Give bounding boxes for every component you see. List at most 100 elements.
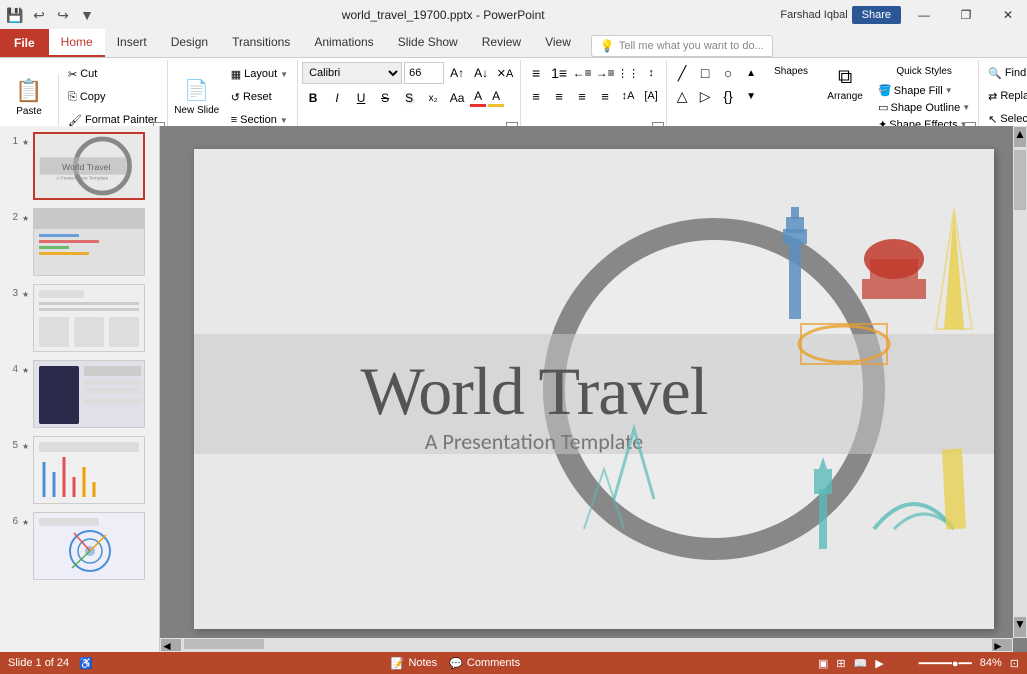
shape-scroll-down[interactable]: ▼ <box>740 85 762 107</box>
close-button[interactable]: ✕ <box>989 3 1027 27</box>
canvas-area: World Travel A Presentation Template <box>160 126 1027 652</box>
quick-styles-button[interactable]: Quick Styles <box>874 62 974 81</box>
align-right-button[interactable]: ≡ <box>571 85 593 107</box>
scroll-left-button[interactable]: ◄ <box>161 639 181 651</box>
customize-qat-button[interactable]: ▼ <box>76 4 98 26</box>
slide-preview-2 <box>33 208 145 276</box>
shapes-button[interactable]: Shapes <box>766 62 816 81</box>
slide-preview-5 <box>33 436 145 504</box>
share-button[interactable]: Share <box>852 6 901 24</box>
paste-button[interactable]: 📋 Paste <box>4 74 54 121</box>
underline-button[interactable]: U <box>350 87 372 109</box>
line-spacing-button[interactable]: ↕ <box>640 62 662 84</box>
shape-outline-button[interactable]: ▭ Shape Outline ▼ <box>874 100 974 115</box>
vertical-scrollbar[interactable]: ▲ ▼ <box>1013 126 1027 638</box>
scroll-thumb[interactable] <box>1014 150 1026 210</box>
decrease-indent-button[interactable]: ←≡ <box>571 62 593 84</box>
main-area: 1 ★ World Travel A Presentation Template… <box>0 126 1027 652</box>
font-color-button[interactable]: A <box>470 89 486 107</box>
increase-indent-button[interactable]: →≡ <box>594 62 616 84</box>
align-center-button[interactable]: ≡ <box>548 85 570 107</box>
cut-button[interactable]: ✂ Cut <box>63 63 163 85</box>
clear-format-button[interactable]: ✕A <box>494 62 516 84</box>
subscript-button[interactable]: x₂ <box>422 87 444 109</box>
slide-canvas[interactable]: World Travel A Presentation Template <box>194 149 994 629</box>
slide-thumb-5[interactable]: 5 ★ <box>4 434 155 506</box>
tab-design[interactable]: Design <box>159 29 220 57</box>
layout-icon: ▦ <box>231 68 241 81</box>
shadow-button[interactable]: S <box>398 87 420 109</box>
slide-thumb-3[interactable]: 3 ★ <box>4 282 155 354</box>
tab-insert[interactable]: Insert <box>105 29 159 57</box>
shape-thumb-3[interactable]: ○ <box>717 62 739 84</box>
scroll-track[interactable] <box>1013 148 1027 616</box>
slide-thumb-2[interactable]: 2 ★ <box>4 206 155 278</box>
tab-animations[interactable]: Animations <box>302 29 385 57</box>
tab-home[interactable]: Home <box>49 29 105 57</box>
bold-button[interactable]: B <box>302 87 324 109</box>
scroll-right-button[interactable]: ► <box>992 639 1012 651</box>
text-direction-button[interactable]: ↕A <box>617 85 639 107</box>
italic-button[interactable]: I <box>326 87 348 109</box>
comments-icon: 💬 <box>449 657 463 670</box>
numbering-button[interactable]: 1≡ <box>548 62 570 84</box>
arrange-button[interactable]: ⧉ Arrange <box>820 62 870 106</box>
justify-button[interactable]: ≡ <box>594 85 616 107</box>
tell-me-search[interactable]: 💡 Tell me what you want to do... <box>591 35 773 57</box>
slide-thumb-1[interactable]: 1 ★ World Travel A Presentation Template <box>4 130 155 202</box>
columns-button[interactable]: ⋮⋮ <box>617 62 639 84</box>
increase-font-button[interactable]: A↑ <box>446 62 468 84</box>
shape-thumb-5[interactable]: ▷ <box>694 85 716 107</box>
scroll-h-track[interactable] <box>182 638 991 652</box>
shape-scroll-up[interactable]: ▲ <box>740 62 762 84</box>
save-button[interactable]: 💾 <box>4 4 26 26</box>
scroll-h-thumb[interactable] <box>184 639 264 649</box>
paste-icon: 📋 <box>15 78 42 104</box>
change-case-button[interactable]: Aa <box>446 87 468 109</box>
tab-view[interactable]: View <box>533 29 583 57</box>
copy-button[interactable]: ⎘ Copy <box>63 86 163 108</box>
strikethrough-button[interactable]: S <box>374 87 396 109</box>
tab-file[interactable]: File <box>0 29 49 57</box>
decrease-font-button[interactable]: A↓ <box>470 62 492 84</box>
shape-fill-button[interactable]: 🪣 Shape Fill ▼ <box>874 83 974 98</box>
bullets-button[interactable]: ≡ <box>525 62 547 84</box>
accessibility-icon[interactable]: ♿ <box>79 657 93 670</box>
horizontal-scrollbar[interactable]: ◄ ► <box>160 638 1013 652</box>
font-size-input[interactable] <box>404 62 444 84</box>
normal-view-button[interactable]: ▣ <box>818 657 828 670</box>
text-box-button[interactable]: [A] <box>640 85 662 107</box>
reset-button[interactable]: ↺ Reset <box>226 86 293 108</box>
tab-review[interactable]: Review <box>470 29 533 57</box>
slide-sorter-button[interactable]: ⊞ <box>836 657 845 670</box>
text-highlight-button[interactable]: A <box>488 89 504 107</box>
slideshow-button[interactable]: ▶ <box>875 657 883 670</box>
fit-slide-button[interactable]: ⊡ <box>1010 657 1019 670</box>
scroll-up-button[interactable]: ▲ <box>1014 127 1026 147</box>
redo-button[interactable]: ↪ <box>52 4 74 26</box>
notes-button[interactable]: 📝 Notes <box>391 657 437 670</box>
undo-button[interactable]: ↩ <box>28 4 50 26</box>
shape-thumb-6[interactable]: {} <box>717 85 739 107</box>
tab-slideshow[interactable]: Slide Show <box>386 29 470 57</box>
slide-thumb-6[interactable]: 6 ★ <box>4 510 155 582</box>
shape-thumb-2[interactable]: □ <box>694 62 716 84</box>
tab-transitions[interactable]: Transitions <box>220 29 302 57</box>
restore-button[interactable]: ❐ <box>947 3 985 27</box>
scroll-down-button[interactable]: ▼ <box>1014 617 1026 637</box>
zoom-slider[interactable]: ━━━━━●━━ <box>892 657 972 670</box>
comments-button[interactable]: 💬 Comments <box>449 657 520 670</box>
layout-button[interactable]: ▦ Layout ▼ <box>226 63 293 85</box>
new-slide-button[interactable]: 📄 New Slide <box>172 74 222 120</box>
find-button[interactable]: 🔍 Find <box>983 62 1027 84</box>
select-icon: ↖ <box>988 113 997 126</box>
reading-view-button[interactable]: 📖 <box>854 657 868 670</box>
copy-icon: ⎘ <box>68 91 77 104</box>
slide-thumb-4[interactable]: 4 ★ <box>4 358 155 430</box>
minimize-button[interactable]: — <box>905 3 943 27</box>
shape-thumb-4[interactable]: △ <box>671 85 693 107</box>
shape-thumb-1[interactable]: ╱ <box>671 62 693 84</box>
align-left-button[interactable]: ≡ <box>525 85 547 107</box>
font-family-select[interactable]: Calibri <box>302 62 402 84</box>
replace-button[interactable]: ⇄ Replace ▼ <box>983 85 1027 107</box>
